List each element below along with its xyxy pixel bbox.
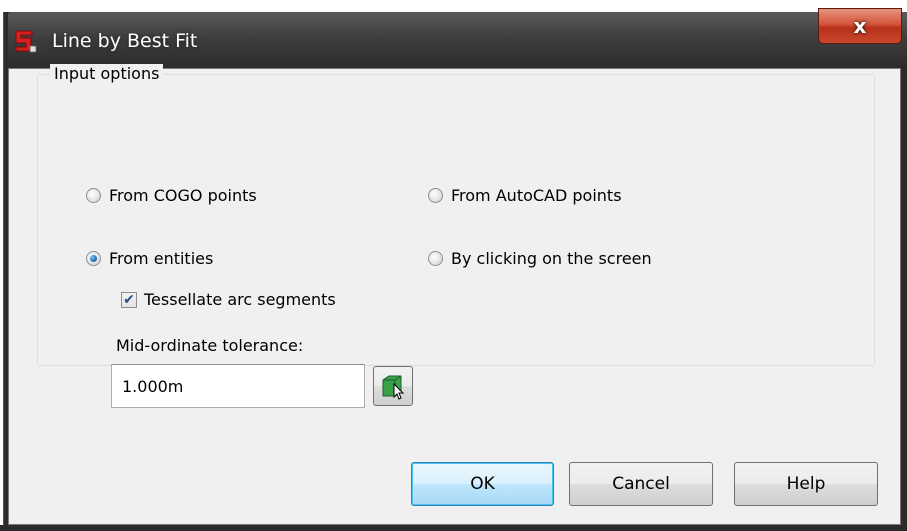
radio-label: By clicking on the screen	[451, 249, 652, 268]
dialog-window: Line by Best Fit x Input options From CO…	[0, 0, 907, 531]
cancel-button[interactable]: Cancel	[569, 462, 713, 506]
ok-button[interactable]: OK	[411, 462, 554, 506]
mid-ordinate-tolerance-label: Mid-ordinate tolerance:	[116, 336, 304, 355]
radio-label: From AutoCAD points	[451, 186, 622, 205]
help-button[interactable]: Help	[734, 462, 878, 506]
radio-from-autocad-points[interactable]: From AutoCAD points	[428, 186, 622, 205]
radio-indicator	[428, 188, 443, 203]
mid-ordinate-tolerance-input[interactable]: 1.000m	[111, 364, 365, 408]
window-title: Line by Best Fit	[52, 30, 198, 52]
window-frame-left	[0, 12, 8, 531]
checkbox-label: Tessellate arc segments	[144, 290, 336, 309]
close-button[interactable]: x	[818, 8, 902, 44]
window-frame-bottom	[0, 525, 907, 531]
pick-cursor-icon	[382, 375, 405, 400]
input-options-label: Input options	[50, 64, 164, 83]
window-frame-right	[901, 68, 907, 531]
radio-label: From COGO points	[109, 186, 257, 205]
radio-from-cogo-points[interactable]: From COGO points	[86, 186, 257, 205]
radio-indicator	[86, 251, 101, 266]
radio-label: From entities	[109, 249, 214, 268]
checkmark-icon: ✔	[121, 291, 137, 308]
radio-from-entities[interactable]: From entities	[86, 249, 213, 268]
pick-from-drawing-button[interactable]	[373, 366, 413, 406]
input-options-groupbox	[37, 74, 875, 366]
radio-indicator	[428, 251, 443, 266]
radio-indicator	[86, 188, 101, 203]
autocad-app-icon	[15, 30, 37, 53]
tessellate-arc-segments-checkbox[interactable]: ✔ Tessellate arc segments	[121, 290, 336, 309]
radio-by-clicking-on-screen[interactable]: By clicking on the screen	[428, 249, 652, 268]
close-icon: x	[853, 14, 867, 38]
